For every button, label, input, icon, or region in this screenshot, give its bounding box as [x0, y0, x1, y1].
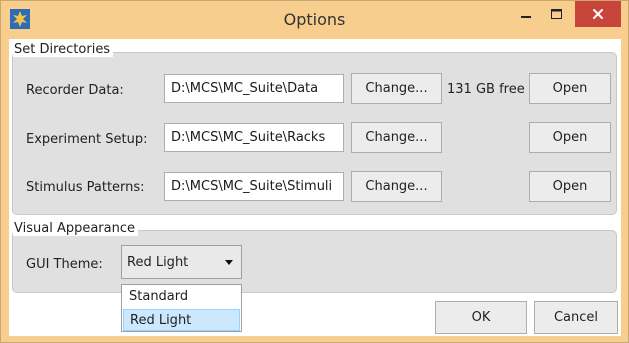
gui-theme-dropdown-list: Standard Red Light: [121, 284, 242, 332]
appearance-group-label: Visual Appearance: [13, 221, 138, 236]
recorder-data-change-button[interactable]: Change...: [351, 73, 442, 104]
chevron-down-icon: [225, 260, 233, 265]
minimize-button[interactable]: [511, 1, 541, 27]
theme-option-red-light[interactable]: Red Light: [123, 309, 240, 331]
title-bar[interactable]: Options: [1, 1, 628, 39]
theme-option-standard[interactable]: Standard: [123, 286, 240, 308]
dialog-body: Set Directories Recorder Data: D:\MCS\MC…: [9, 39, 621, 336]
recorder-data-label: Recorder Data:: [26, 83, 124, 98]
ok-button[interactable]: OK: [435, 301, 527, 334]
maximize-button[interactable]: [541, 1, 571, 27]
stimulus-patterns-path-field[interactable]: D:\MCS\MC_Suite\Stimuli: [164, 172, 344, 201]
stimulus-patterns-label: Stimulus Patterns:: [26, 180, 145, 195]
close-icon: [593, 9, 603, 19]
gui-theme-select[interactable]: Red Light: [121, 245, 242, 279]
experiment-setup-label: Experiment Setup:: [26, 132, 148, 147]
gui-theme-selected-value: Red Light: [127, 254, 189, 270]
directories-group-label: Set Directories: [13, 42, 114, 57]
experiment-setup-path-field[interactable]: D:\MCS\MC_Suite\Racks: [164, 123, 344, 152]
recorder-data-free-space: 131 GB free: [447, 82, 525, 97]
recorder-data-path-field[interactable]: D:\MCS\MC_Suite\Data: [164, 74, 344, 103]
gui-theme-label: GUI Theme:: [26, 257, 103, 272]
minimize-icon: [521, 16, 531, 18]
close-button[interactable]: [575, 1, 621, 27]
stimulus-patterns-change-button[interactable]: Change...: [351, 171, 442, 202]
cancel-button[interactable]: Cancel: [534, 301, 618, 334]
options-window: Options Set Directories Recorder Data: D…: [0, 0, 629, 343]
recorder-data-open-button[interactable]: Open: [529, 73, 611, 104]
stimulus-patterns-open-button[interactable]: Open: [529, 171, 611, 202]
experiment-setup-open-button[interactable]: Open: [529, 122, 611, 153]
maximize-icon: [550, 9, 562, 19]
experiment-setup-change-button[interactable]: Change...: [351, 122, 442, 153]
